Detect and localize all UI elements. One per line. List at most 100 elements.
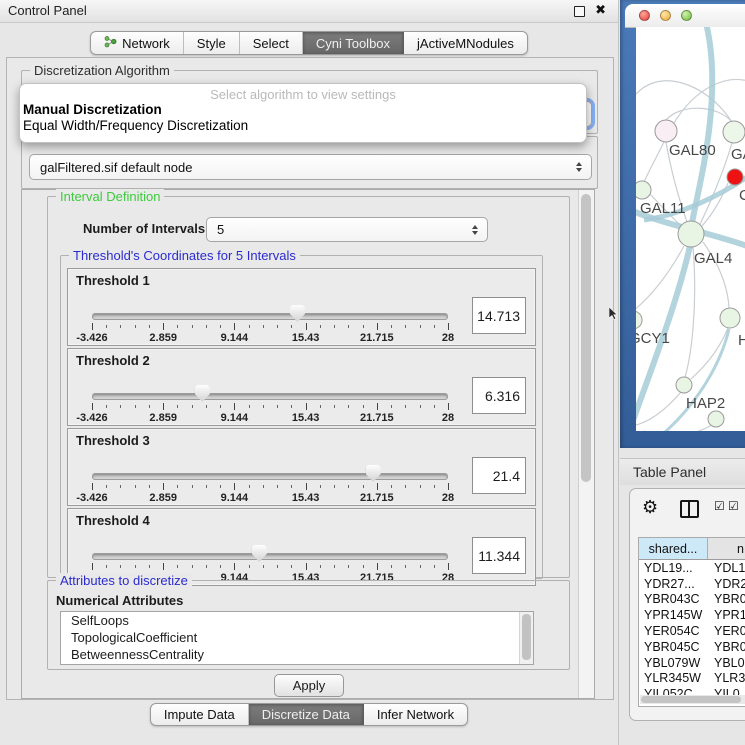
network-edge[interactable] [692,27,712,223]
network-node[interactable] [676,377,692,393]
network-node[interactable] [678,221,704,247]
list-item[interactable]: SelfLoops [61,612,533,629]
app-root: Control Panel ✖ NetworkStyleSelectCyni T… [0,0,745,745]
tick-label: 28 [442,492,454,504]
tick-mark [249,405,250,408]
checkbox-icon[interactable]: ☑ [728,499,739,513]
close-traffic-light-icon[interactable] [639,10,650,21]
network-node[interactable] [636,311,642,329]
apply-button[interactable]: Apply [274,674,344,697]
network-edge[interactable] [636,81,732,122]
tick-mark [92,323,93,330]
tab-style[interactable]: Style [184,32,240,54]
tick-mark [234,403,235,410]
tab-jactivemnodules[interactable]: jActiveMNodules [404,32,527,54]
table-row[interactable]: YDL19...YDL1 [639,560,745,576]
table-data-combo[interactable]: galFiltered.sif default node [29,154,592,180]
network-canvas[interactable]: GAL80GACGAL11GAL4GCY1HHAP2 [636,27,745,431]
tick-mark [405,565,406,568]
network-view-window[interactable]: GAL80GACGAL11GAL4GCY1HHAP2 [620,0,745,448]
tick-mark [448,483,449,490]
threshold-slider[interactable]: -3.4262.8599.14415.4321.71528 [92,379,448,425]
list-scrollbar[interactable] [519,612,533,664]
tab-cyni-toolbox[interactable]: Cyni Toolbox [303,32,404,54]
tab-label: Infer Network [377,707,454,722]
network-node[interactable] [708,411,724,427]
tick-mark [135,325,136,328]
table-row[interactable]: YBL079WYBL0 [639,655,745,671]
table-cell: YPR1 [708,608,745,622]
threshold-value-field[interactable]: 21.4 [472,457,526,494]
tick-label: 21.715 [360,332,394,344]
tab-impute-data[interactable]: Impute Data [151,704,249,725]
checkbox-icon[interactable]: ☑ [714,499,725,513]
popup-option-equal-width[interactable]: Equal Width/Frequency Discretization [23,118,586,134]
network-graph[interactable]: GAL80GACGAL11GAL4GCY1HHAP2 [636,27,745,431]
network-node[interactable] [727,169,743,185]
threshold-value-field[interactable]: 6.316 [472,377,526,414]
network-node[interactable] [636,181,651,199]
scrollbar-thumb[interactable] [641,696,741,703]
network-node[interactable] [720,308,740,328]
table-cell: YBR0 [708,592,745,606]
horizontal-scrollbar[interactable] [640,695,745,704]
vertical-scrollbar[interactable] [578,190,594,698]
tick-mark [391,325,392,328]
list-item[interactable]: BetweennessCentrality [61,646,533,663]
network-node[interactable] [723,121,745,143]
close-icon[interactable]: ✖ [595,3,606,18]
tab-select[interactable]: Select [240,32,303,54]
node-attribute-table[interactable]: shared...n YDL19...YDL1YDR27...YDR2YBR04… [638,537,745,707]
split-columns-icon[interactable] [680,500,699,518]
table-row[interactable]: YDR27...YDR2 [639,576,745,592]
column-header[interactable]: shared... [639,538,708,559]
tick-mark [220,405,221,408]
threshold-slider[interactable]: -3.4262.8599.14415.4321.71528 [92,459,448,505]
tick-label: -3.426 [76,492,107,504]
tick-mark [177,405,178,408]
threshold-value-field[interactable]: 14.713 [472,297,526,334]
tick-mark [135,565,136,568]
network-edge[interactable] [644,142,664,182]
table-row[interactable]: YBR045CYBR0 [639,639,745,655]
table-row[interactable]: YER054CYER0 [639,623,745,639]
number-of-intervals-combo[interactable]: 5 [206,217,488,242]
table-row[interactable]: YBR043CYBR0 [639,592,745,608]
tick-mark [377,403,378,410]
list-item[interactable]: TopologicalCoefficient [61,629,533,646]
combo-stepper-icon [472,225,478,235]
network-node[interactable] [655,120,677,142]
tab-infer-network[interactable]: Infer Network [364,704,467,725]
column-header[interactable]: n [708,538,745,559]
tick-mark [420,565,421,568]
threshold-value-field[interactable]: 11.344 [472,537,526,574]
tick-mark [377,483,378,490]
tick-mark [320,485,321,488]
tick-mark [263,485,264,488]
threshold-slider[interactable]: -3.4262.8599.14415.4321.71528 [92,299,448,345]
popup-option-manual[interactable]: Manual Discretization [23,102,586,118]
network-edge[interactable] [644,425,712,431]
zoom-traffic-light-icon[interactable] [681,10,692,21]
network-window-titlebar[interactable] [625,4,745,28]
scrollbar-thumb[interactable] [522,614,531,660]
table-row[interactable]: YLR345WYLR3 [639,671,745,687]
tab-discretize-data[interactable]: Discretize Data [249,704,364,725]
tick-mark [377,323,378,330]
tick-mark [206,485,207,488]
tick-mark [120,485,121,488]
tick-mark [277,565,278,568]
tick-mark [391,405,392,408]
gear-icon[interactable]: ⚙ [642,497,658,518]
tick-mark [348,565,349,568]
tick-mark [149,325,150,328]
attributes-list[interactable]: SelfLoopsTopologicalCoefficientBetweenne… [60,611,534,665]
minimize-traffic-light-icon[interactable] [660,10,671,21]
float-window-icon[interactable] [574,6,585,17]
table-row[interactable]: YPR145WYPR1 [639,607,745,623]
table-cell: YER0 [708,624,745,638]
number-of-intervals-label: Number of Intervals [83,221,205,236]
tab-network[interactable]: Network [91,32,184,54]
table-cell: YLR345W [639,671,708,685]
scrollbar-thumb[interactable] [581,194,591,482]
